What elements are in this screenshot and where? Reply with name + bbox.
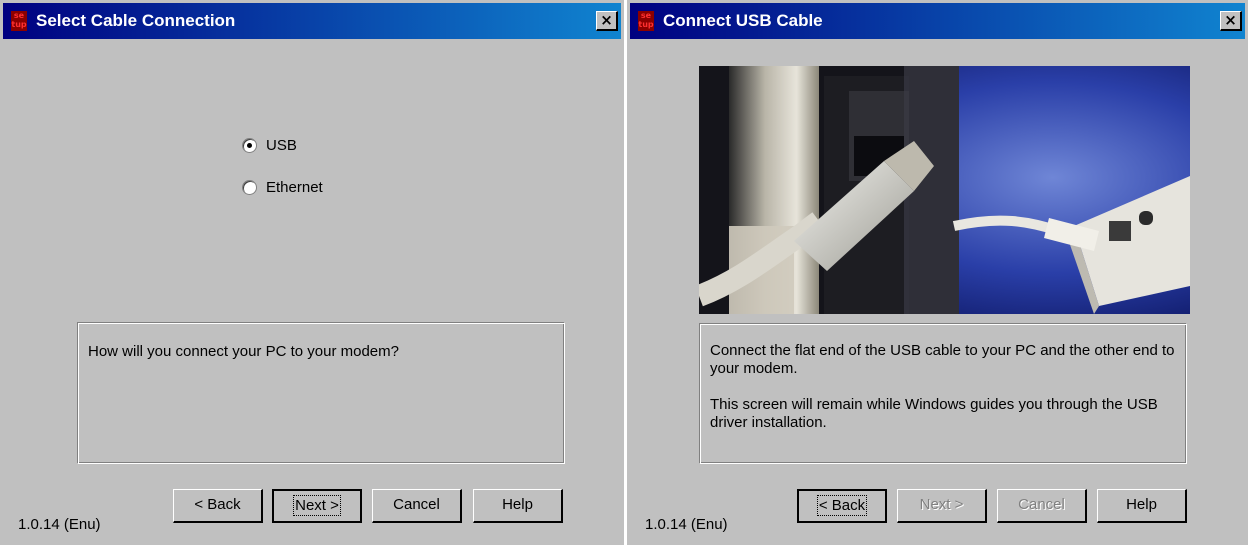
back-button-label: < Back [194, 496, 241, 513]
setup-icon: se tup [638, 11, 654, 31]
close-icon[interactable]: × [1220, 11, 1242, 31]
back-button[interactable]: < Back [173, 489, 263, 523]
instruction-box: Connect the flat end of the USB cable to… [699, 323, 1187, 464]
back-button[interactable]: < Back [797, 489, 887, 523]
next-button[interactable]: Next > [272, 489, 362, 523]
window-title: Select Cable Connection [36, 11, 236, 30]
usb-cable-photo [699, 66, 1190, 314]
version-label: 1.0.14 (Enu) [645, 516, 728, 533]
next-button[interactable]: Next > [897, 489, 987, 523]
cancel-button-label: Cancel [1018, 496, 1065, 513]
instruction-text-2: This screen will remain while Windows gu… [710, 396, 1158, 431]
prompt-box: How will you connect your PC to your mod… [77, 322, 565, 464]
select-cable-connection-window: se tup Select Cable Connection × USB Ethe… [0, 0, 624, 545]
help-button-label: Help [502, 496, 533, 513]
cancel-button[interactable]: Cancel [372, 489, 462, 523]
ethernet-radio[interactable] [242, 180, 257, 195]
help-button-label: Help [1126, 496, 1157, 513]
help-button[interactable]: Help [1097, 489, 1187, 523]
close-icon[interactable]: × [596, 11, 618, 31]
usb-option[interactable]: USB [242, 137, 297, 154]
ethernet-option[interactable]: Ethernet [242, 179, 323, 196]
setup-icon: se tup [11, 11, 27, 31]
next-button-label: Next > [919, 496, 964, 513]
ethernet-label[interactable]: Ethernet [266, 179, 323, 196]
prompt-text: How will you connect your PC to your mod… [88, 343, 399, 360]
cancel-button-label: Cancel [393, 496, 440, 513]
usb-label[interactable]: USB [266, 137, 297, 154]
help-button[interactable]: Help [473, 489, 563, 523]
next-button-label: Next > [293, 495, 341, 516]
title-bar[interactable]: se tup Select Cable Connection × [3, 3, 621, 39]
connect-usb-cable-window: se tup Connect USB Cable × Connect the f… [627, 0, 1248, 545]
window-title: Connect USB Cable [663, 11, 823, 30]
title-bar[interactable]: se tup Connect USB Cable × [630, 3, 1245, 39]
cancel-button[interactable]: Cancel [997, 489, 1087, 523]
back-button-label: < Back [816, 495, 868, 516]
version-label: 1.0.14 (Enu) [18, 516, 101, 533]
instruction-text-1: Connect the flat end of the USB cable to… [710, 342, 1175, 377]
usb-radio[interactable] [242, 138, 257, 153]
